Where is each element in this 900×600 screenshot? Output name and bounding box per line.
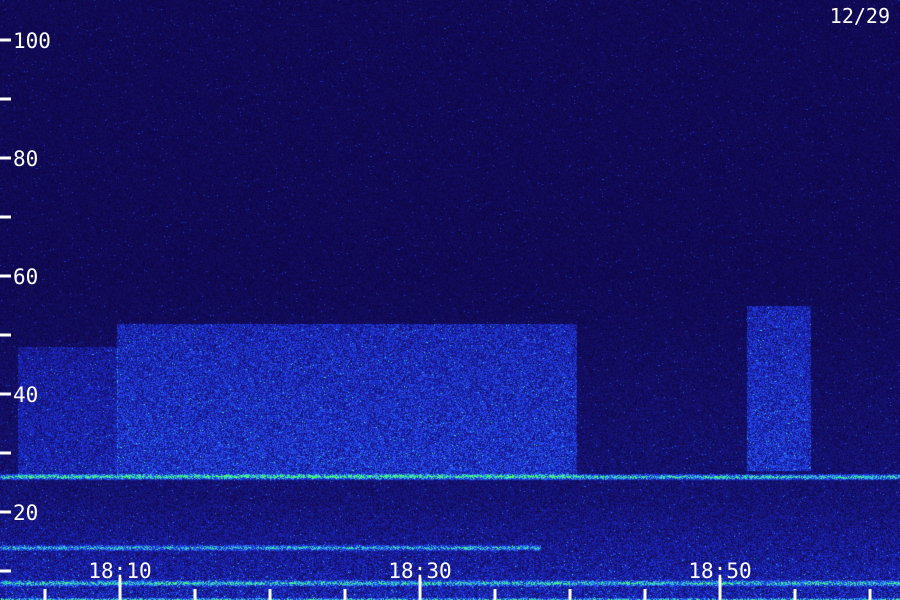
y-tick-label-100: 100 [13,29,51,53]
spectrogram-chart: 20 40 60 80 100 18:10 18:30 18:50 12/29 [0,0,900,600]
date-label: 12/29 [830,4,890,28]
y-tick-label-20: 20 [13,501,38,525]
y-tick-label-60: 60 [13,265,38,289]
x-axis: 18:10 18:30 18:50 [43,559,872,600]
x-tick-label-1850: 18:50 [688,559,751,583]
axes-overlay: 20 40 60 80 100 18:10 18:30 18:50 12/29 [0,4,890,600]
y-tick-label-40: 40 [13,383,38,407]
x-tick-label-1810: 18:10 [88,559,151,583]
x-tick-label-1830: 18:30 [388,559,451,583]
y-tick-label-80: 80 [13,147,38,171]
y-axis: 20 40 60 80 100 [0,29,51,573]
